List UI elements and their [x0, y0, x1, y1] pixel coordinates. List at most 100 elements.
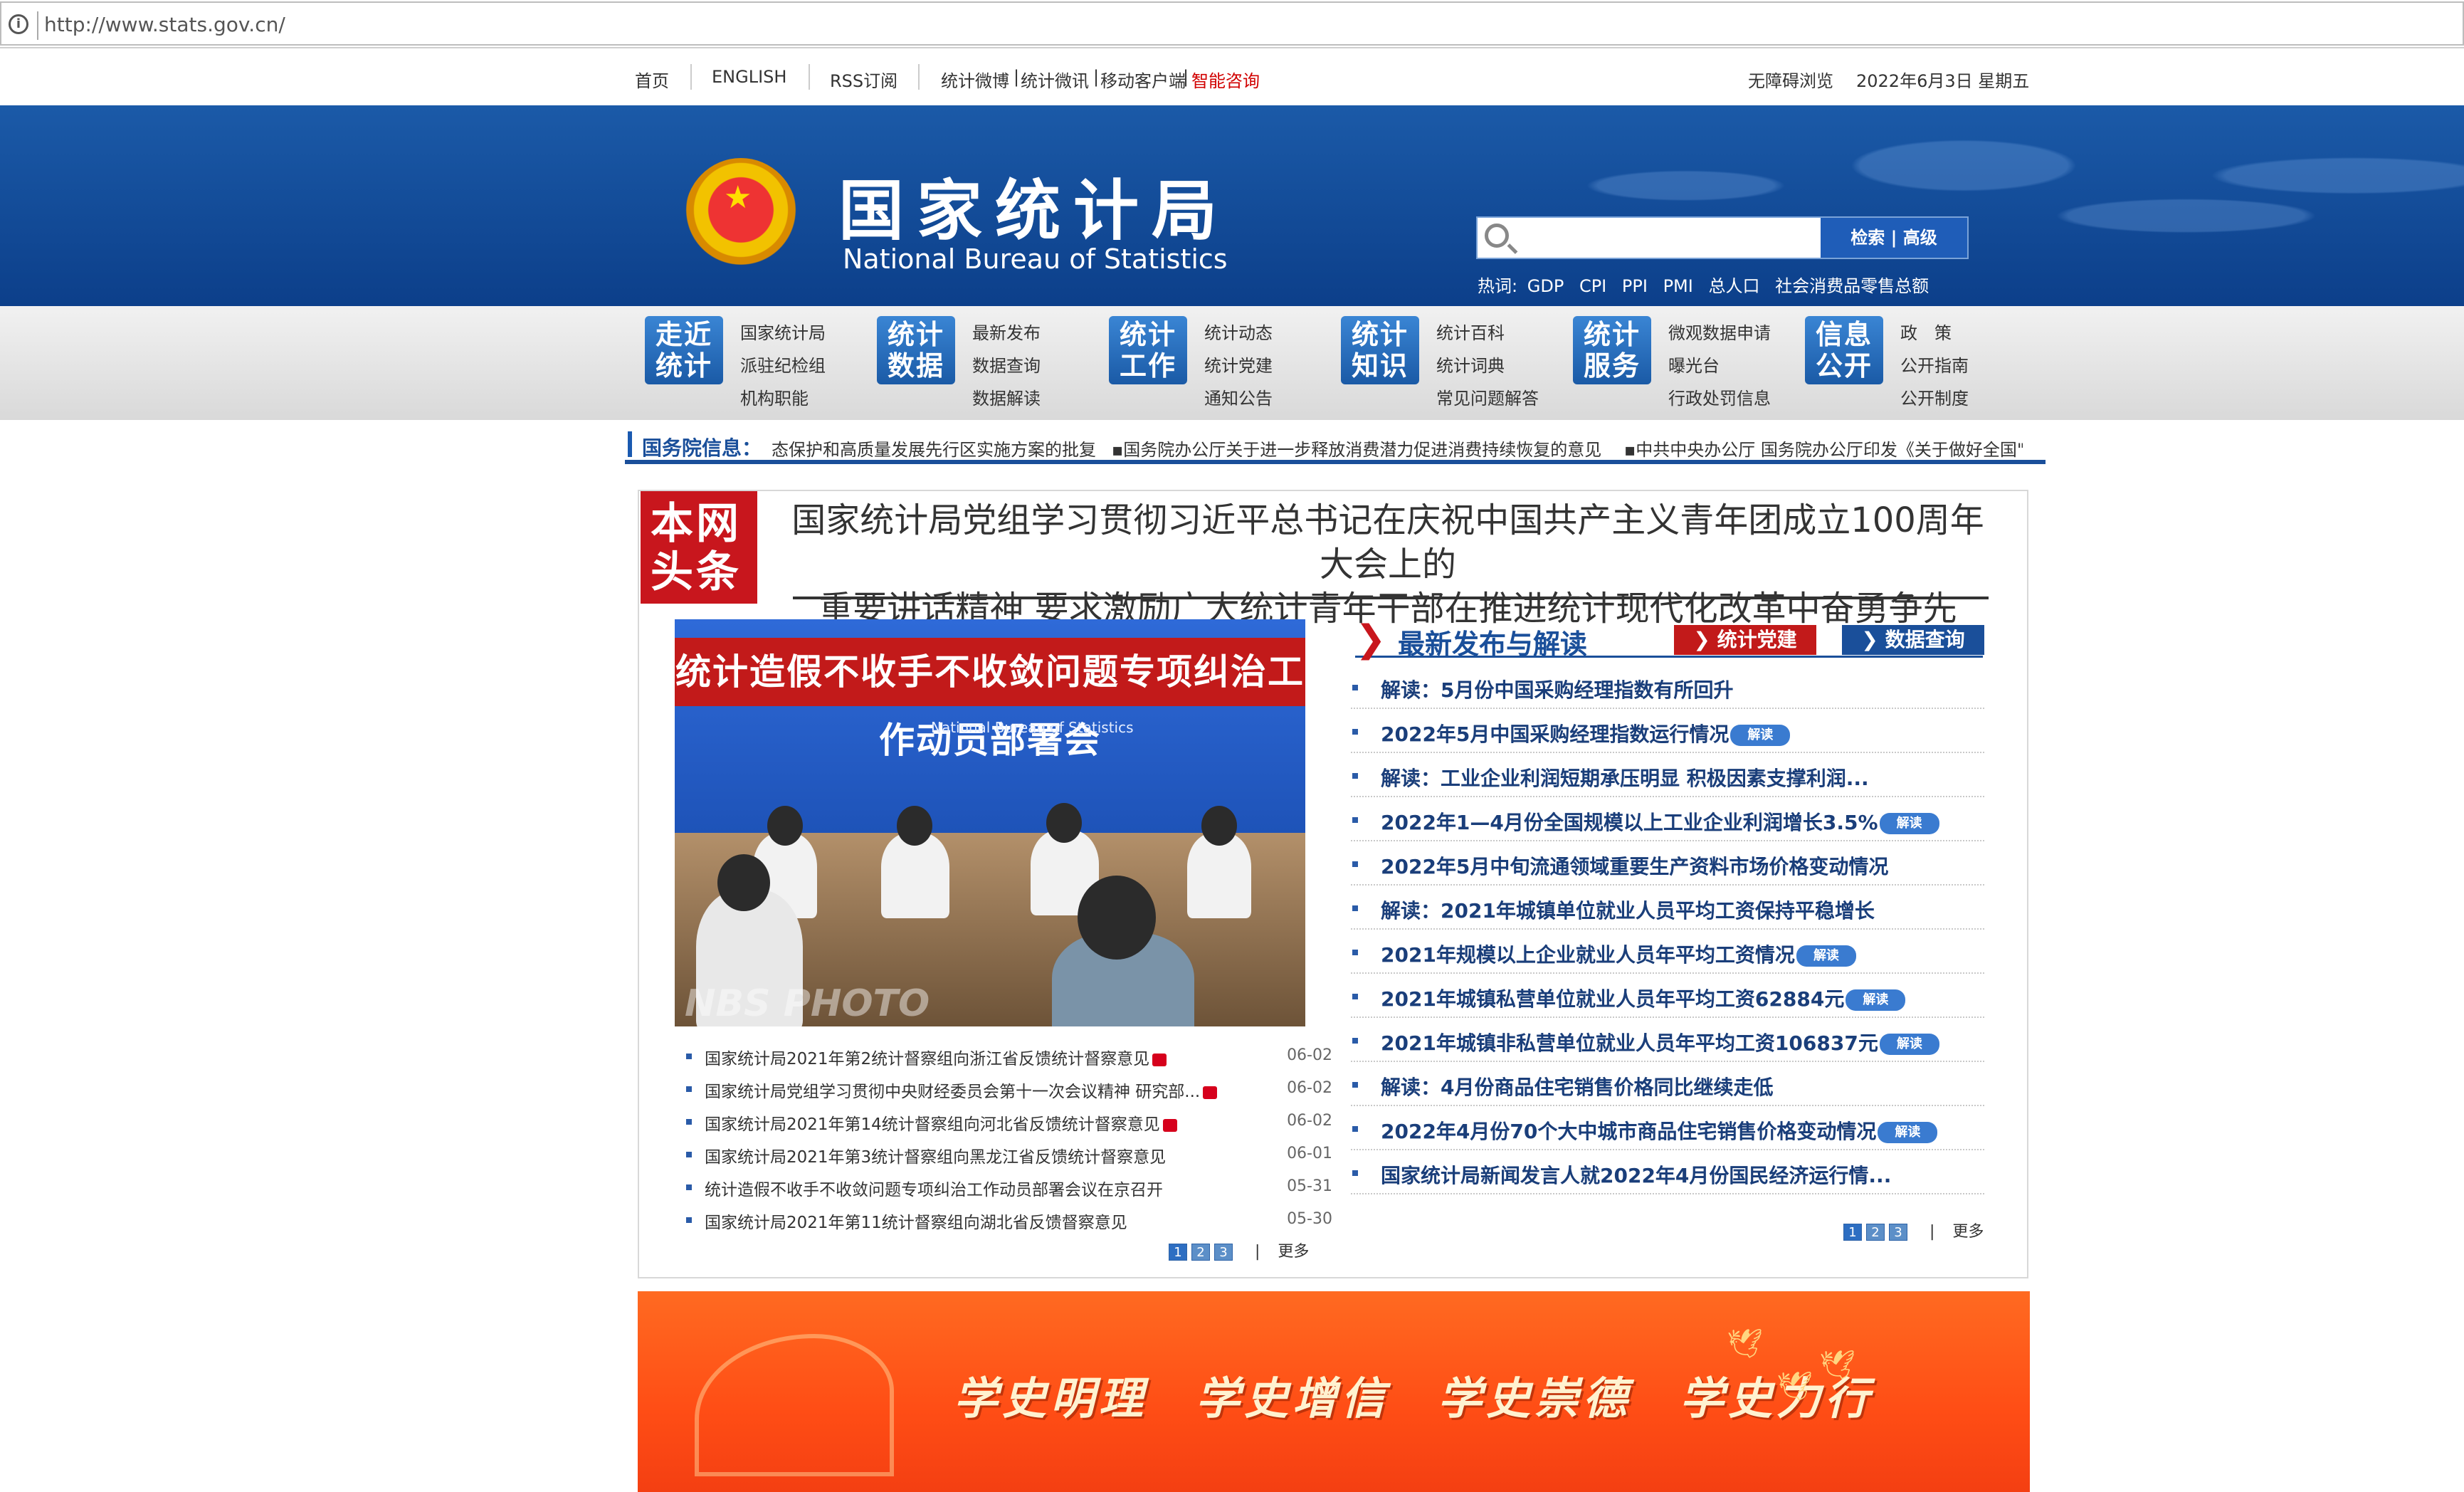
more-link[interactable]: 更多	[1278, 1243, 1309, 1261]
interpretation-badge[interactable]: 解读	[1730, 725, 1791, 746]
category-link[interactable]: 公开指南	[1900, 352, 1969, 377]
release-item[interactable]: 2021年规模以上企业就业人员年平均工资情况 解读	[1351, 930, 1984, 974]
nav-weibo[interactable]: 统计微博	[941, 67, 1009, 92]
release-item-text[interactable]: 2022年5月中旬流通领域重要生产资料市场价格变动情况	[1381, 855, 1888, 878]
list-item[interactable]: 统计造假不收手不收敛问题专项纠治工作动员部署会议在京召开 05-31	[683, 1172, 1332, 1204]
release-item[interactable]: 2022年4月份70个大中城市商品住宅销售价格变动情况 解读	[1351, 1106, 1984, 1150]
category-icon[interactable]: 统计 工作	[1109, 316, 1187, 384]
pager-page[interactable]: 2	[1866, 1224, 1885, 1241]
category-icon[interactable]: 走近 统计	[645, 316, 723, 384]
category-link[interactable]: 统计百科	[1436, 319, 1505, 344]
news-photo[interactable]: 统计造假不收手不收敛问题专项纠治工作动员部署会 National Bureau …	[675, 619, 1305, 1026]
release-item-title[interactable]: 2021年城镇非私营单位就业人员年平均工资106837元 解读	[1381, 1028, 1939, 1056]
release-item-text[interactable]: 国家统计局新闻发言人就2022年4月份国民经济运行情...	[1381, 1164, 1891, 1187]
release-item-title[interactable]: 解读：5月份中国采购经理指数有所回升	[1381, 675, 1734, 703]
pager-page[interactable]: 1	[1169, 1244, 1187, 1261]
interpretation-badge[interactable]: 解读	[1879, 1034, 1939, 1055]
category-icon[interactable]: 统计 知识	[1341, 316, 1419, 384]
release-item-title[interactable]: 2022年5月中国采购经理指数运行情况 解读	[1381, 719, 1791, 747]
accessibility-link[interactable]: 无障碍浏览	[1748, 67, 1833, 92]
release-item[interactable]: 解读：工业企业利润短期承压明显 积极因素支撑利润...	[1351, 753, 1984, 797]
release-item-text[interactable]: 解读：4月份商品住宅销售价格同比继续走低	[1381, 1076, 1774, 1099]
promo-banner[interactable]: 学史明理 学史增信 学史崇德 学史力行 🕊 🕊 🕊	[638, 1291, 2030, 1492]
release-item[interactable]: 2022年5月中旬流通领域重要生产资料市场价格变动情况	[1351, 841, 1984, 886]
release-item[interactable]: 解读：4月份商品住宅销售价格同比继续走低	[1351, 1062, 1984, 1106]
list-item-text[interactable]: 国家统计局2021年第14统计督察组向河北省反馈统计督察意见	[705, 1115, 1160, 1134]
list-item-text[interactable]: 国家统计局2021年第11统计督察组向湖北省反馈督察意见	[705, 1214, 1127, 1232]
release-item-text[interactable]: 解读：2021年城镇单位就业人员平均工资保持平稳增长	[1381, 899, 1875, 923]
pager-page[interactable]: 3	[1889, 1224, 1907, 1241]
headline[interactable]: 国家统计局党组学习贯彻习近平总书记在庆祝中国共产主义青年团成立100周年大会上的…	[783, 498, 1993, 631]
pager-page[interactable]: 1	[1843, 1224, 1862, 1241]
category-link[interactable]: 通知公告	[1204, 384, 1273, 409]
list-item-text[interactable]: 国家统计局2021年第2统计督察组向浙江省反馈统计督察意见	[705, 1050, 1149, 1068]
release-item[interactable]: 2021年城镇私营单位就业人员年平均工资62884元 解读	[1351, 974, 1984, 1018]
category-link[interactable]: 统计动态	[1204, 319, 1273, 344]
headline-line1[interactable]: 国家统计局党组学习贯彻习近平总书记在庆祝中国共产主义青年团成立100周年大会上的	[783, 498, 1993, 587]
category-icon[interactable]: 统计 服务	[1573, 316, 1651, 384]
category-link[interactable]: 统计党建	[1204, 352, 1273, 377]
release-item-title[interactable]: 国家统计局新闻发言人就2022年4月份国民经济运行情...	[1381, 1160, 1891, 1189]
release-item-text[interactable]: 2021年规模以上企业就业人员年平均工资情况	[1381, 943, 1795, 967]
ticker-item[interactable]: 态保护和高质量发展先行区实施方案的批复	[772, 436, 1096, 461]
site-info-icon[interactable]: i	[9, 14, 28, 34]
category-link[interactable]: 机构职能	[740, 384, 809, 409]
list-item-text[interactable]: 国家统计局党组学习贯彻中央财经委员会第十一次会议精神 研究部...	[705, 1083, 1200, 1101]
release-item-text[interactable]: 2022年5月中国采购经理指数运行情况	[1381, 723, 1729, 746]
section-title[interactable]: 最新发布与解读	[1398, 622, 1587, 661]
release-item[interactable]: 解读：2021年城镇单位就业人员平均工资保持平稳增长	[1351, 886, 1984, 930]
ticker-item[interactable]: ▪中共中央办公厅 国务院办公厅印发《关于做好全国".	[1624, 436, 2023, 461]
release-item-text[interactable]: 解读：工业企业利润短期承压明显 积极因素支撑利润...	[1381, 767, 1869, 790]
list-item[interactable]: 国家统计局2021年第3统计督察组向黑龙江省反馈统计督察意见 06-01	[683, 1139, 1332, 1172]
url-text[interactable]: http://www.stats.gov.cn/	[44, 13, 285, 36]
release-item[interactable]: 解读：5月份中国采购经理指数有所回升	[1351, 665, 1984, 709]
more-link[interactable]: 更多	[1952, 1223, 1984, 1241]
category-link[interactable]: 政 策	[1900, 319, 1952, 344]
release-item[interactable]: 2022年5月中国采购经理指数运行情况 解读	[1351, 709, 1984, 753]
list-item-title[interactable]: 国家统计局2021年第2统计督察组向浙江省反馈统计督察意见	[705, 1045, 1167, 1069]
category-link[interactable]: 最新发布	[972, 319, 1041, 344]
release-item-title[interactable]: 2022年5月中旬流通领域重要生产资料市场价格变动情况	[1381, 851, 1888, 880]
list-item[interactable]: 国家统计局2021年第11统计督察组向湖北省反馈督察意见 05-30	[683, 1204, 1332, 1237]
category-link[interactable]: 曝光台	[1668, 352, 1720, 377]
list-item-text[interactable]: 国家统计局2021年第3统计督察组向黑龙江省反馈统计督察意见	[705, 1148, 1166, 1167]
category-link[interactable]: 派驻纪检组	[740, 352, 826, 377]
release-item-title[interactable]: 解读：2021年城镇单位就业人员平均工资保持平稳增长	[1381, 895, 1875, 924]
category-link[interactable]: 行政处罚信息	[1668, 384, 1771, 409]
nav-english[interactable]: ENGLISH	[712, 67, 786, 87]
release-item-title[interactable]: 解读：工业企业利润短期承压明显 积极因素支撑利润...	[1381, 763, 1869, 792]
release-item[interactable]: 2021年城镇非私营单位就业人员年平均工资106837元 解读	[1351, 1018, 1984, 1062]
hot-word[interactable]: GDP	[1527, 276, 1564, 296]
site-title[interactable]: 国家统计局	[838, 158, 1230, 253]
interpretation-badge[interactable]: 解读	[1879, 813, 1939, 834]
pager-page[interactable]: 2	[1191, 1244, 1210, 1261]
hot-word[interactable]: PPI	[1622, 276, 1648, 296]
release-item-text[interactable]: 2021年城镇私营单位就业人员年平均工资62884元	[1381, 987, 1844, 1011]
list-item-title[interactable]: 国家统计局2021年第3统计督察组向黑龙江省反馈统计督察意见	[705, 1143, 1166, 1167]
pager-page[interactable]: 3	[1214, 1244, 1233, 1261]
list-item[interactable]: 国家统计局2021年第2统计督察组向浙江省反馈统计督察意见 06-02	[683, 1041, 1332, 1073]
category-link[interactable]: 统计词典	[1436, 352, 1505, 377]
list-item[interactable]: 国家统计局党组学习贯彻中央财经委员会第十一次会议精神 研究部... 06-02	[683, 1073, 1332, 1106]
release-item[interactable]: 2022年1—4月份全国规模以上工业企业利润增长3.5% 解读	[1351, 797, 1984, 841]
hot-word[interactable]: 社会消费品零售总额	[1775, 276, 1929, 296]
list-item-title[interactable]: 国家统计局2021年第14统计督察组向河北省反馈统计督察意见	[705, 1110, 1177, 1135]
url-field[interactable]: i http://www.stats.gov.cn/	[0, 1, 2464, 46]
category-icon[interactable]: 统计 数据	[877, 316, 955, 384]
nav-rss[interactable]: RSS订阅	[830, 67, 897, 92]
hot-word[interactable]: CPI	[1579, 276, 1606, 296]
release-item-text[interactable]: 2021年城镇非私营单位就业人员年平均工资106837元	[1381, 1031, 1878, 1055]
interpretation-badge[interactable]: 解读	[1846, 989, 1906, 1011]
list-item-text[interactable]: 统计造假不收手不收敛问题专项纠治工作动员部署会议在京召开	[705, 1181, 1163, 1199]
category-link[interactable]: 常见问题解答	[1436, 384, 1539, 409]
nav-home[interactable]: 首页	[635, 67, 669, 92]
ticker-item[interactable]: ▪国务院办公厅关于进一步释放消费潜力促进消费持续恢复的意见	[1112, 436, 1601, 461]
list-item[interactable]: 国家统计局2021年第14统计督察组向河北省反馈统计督察意见 06-02	[683, 1106, 1332, 1139]
list-item-title[interactable]: 国家统计局2021年第11统计督察组向湖北省反馈督察意见	[705, 1209, 1127, 1233]
data-query-button[interactable]: ❯ 数据查询	[1842, 625, 1984, 655]
category-link[interactable]: 数据解读	[972, 384, 1041, 409]
hot-word[interactable]: PMI	[1663, 276, 1693, 296]
release-item-title[interactable]: 解读：4月份商品住宅销售价格同比继续走低	[1381, 1072, 1774, 1100]
list-item-title[interactable]: 统计造假不收手不收敛问题专项纠治工作动员部署会议在京召开	[705, 1176, 1163, 1200]
category-link[interactable]: 微观数据申请	[1668, 319, 1771, 344]
